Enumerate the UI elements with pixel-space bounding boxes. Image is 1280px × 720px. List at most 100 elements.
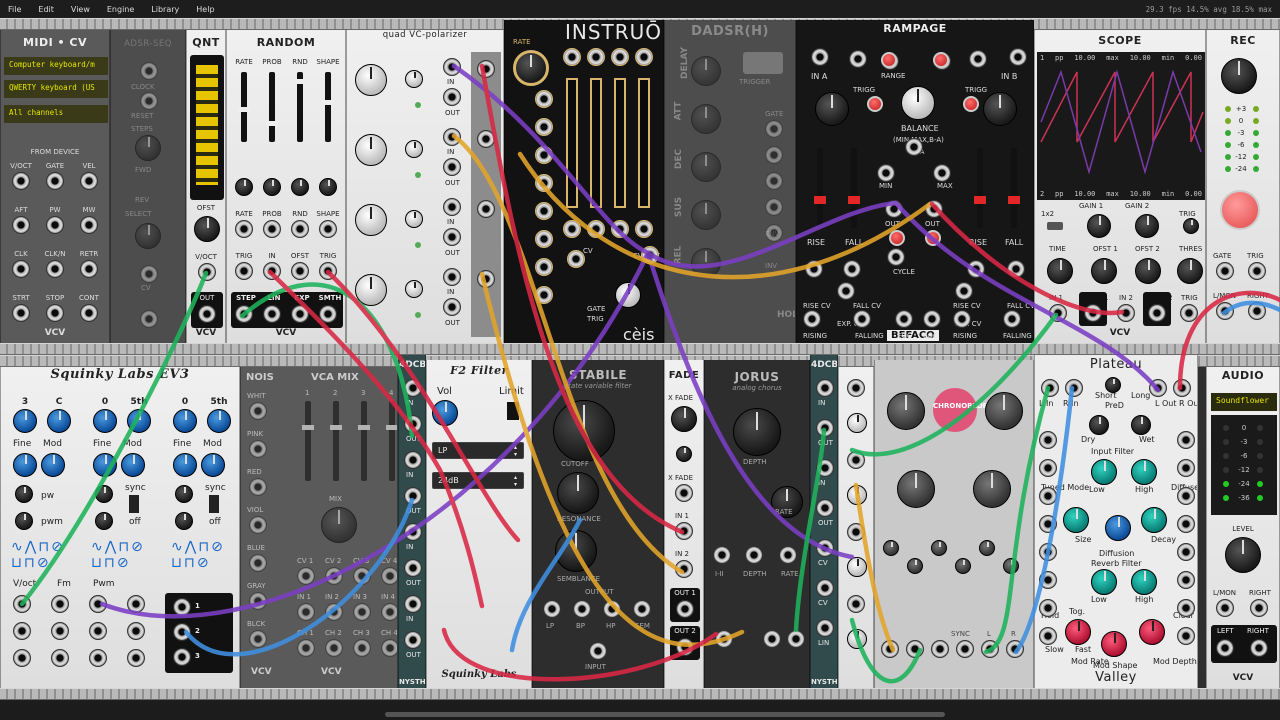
midi-aft-jack[interactable] — [12, 216, 30, 234]
evco-pitch-knob[interactable] — [13, 409, 37, 433]
in1-jack[interactable] — [675, 522, 693, 540]
fall-a-slider[interactable] — [848, 148, 860, 228]
audio-device-display[interactable]: Soundflower — [1211, 393, 1277, 411]
noise-whit-jack[interactable] — [249, 402, 267, 420]
out2-jack[interactable] — [676, 638, 694, 656]
chrono-small-knob[interactable] — [979, 540, 995, 556]
dcb-in-jack[interactable] — [404, 523, 422, 541]
vca-strip-knob[interactable] — [847, 485, 867, 505]
dadsrh-stage-knob[interactable] — [691, 248, 721, 278]
rampage-jack[interactable] — [805, 260, 823, 278]
chrono-jack[interactable] — [956, 640, 974, 658]
ceis-cv-jack[interactable] — [587, 220, 605, 238]
waveform-selector[interactable]: ⊔⊓⊘ — [171, 555, 231, 573]
vca-cv-jack[interactable] — [381, 567, 397, 585]
out2-jack[interactable] — [1148, 304, 1166, 322]
rampage-jack[interactable] — [885, 200, 903, 218]
clock-jack[interactable] — [140, 62, 158, 80]
plateau-cv-jack[interactable] — [1039, 599, 1057, 617]
evco-input-jack[interactable] — [127, 622, 145, 640]
rampage-jack[interactable] — [849, 50, 867, 68]
plateau-cv-jack[interactable] — [1177, 543, 1195, 561]
rampage-jack[interactable] — [1003, 310, 1021, 328]
mix-knob[interactable] — [321, 507, 357, 543]
rampage-jack[interactable] — [1007, 260, 1025, 278]
out-jack[interactable] — [140, 310, 158, 328]
depth-knob[interactable] — [733, 408, 781, 456]
rampage-jack[interactable] — [837, 282, 855, 300]
midi-cont-jack[interactable] — [80, 304, 98, 322]
qnt-keyboard[interactable] — [190, 55, 224, 200]
dcb2-in-jack[interactable] — [816, 459, 834, 477]
scope-knob[interactable] — [1135, 258, 1161, 284]
trigg-a-button[interactable] — [881, 52, 897, 68]
vca-channel-slider[interactable] — [330, 401, 342, 481]
scope-display[interactable]: 1 pp 10.00 max 10.00 min 0.00 2 pp 10.00 max 10.00… — [1037, 52, 1205, 200]
rampage-jack[interactable] — [1009, 48, 1027, 66]
waveform-selector[interactable]: ⊔⊓⊘ — [11, 555, 71, 573]
menu-help[interactable]: Help — [188, 5, 223, 14]
plateau-cv-jack[interactable] — [1177, 571, 1195, 589]
trigg-a-red-button[interactable] — [867, 96, 883, 112]
rate-slider[interactable] — [238, 72, 250, 142]
ceis-side-jack[interactable] — [535, 202, 553, 220]
trigger-button[interactable] — [743, 52, 783, 74]
vca-strip-jack[interactable] — [847, 595, 865, 613]
dcb2-cv-jack[interactable] — [816, 579, 834, 597]
pw-knob[interactable] — [15, 485, 33, 503]
chrono-jack[interactable] — [906, 640, 924, 658]
evco-input-jack[interactable] — [89, 595, 107, 613]
rampage-jack[interactable] — [923, 310, 941, 328]
rise-b-slider[interactable] — [974, 148, 986, 228]
evco-pitch-knob[interactable] — [127, 409, 151, 433]
ofst-jack[interactable] — [291, 262, 309, 280]
polarity-knob[interactable] — [355, 204, 387, 236]
gate-jack[interactable] — [1216, 262, 1234, 280]
dcb-out-jack[interactable] — [404, 559, 422, 577]
chrono-jack[interactable] — [931, 640, 949, 658]
plateau-cv-jack[interactable] — [1039, 515, 1057, 533]
out-jack[interactable] — [477, 130, 495, 148]
reverb-high-knob[interactable] — [1131, 569, 1157, 595]
evco-input-jack[interactable] — [89, 649, 107, 667]
filter-slope-select[interactable]: 24dB — [432, 472, 524, 489]
dadsrh-stage-knob[interactable] — [691, 200, 721, 230]
vca-strip-knob[interactable] — [847, 557, 867, 577]
in-jack[interactable] — [443, 298, 461, 316]
midi-device-display[interactable]: QWERTY keyboard (US — [4, 80, 108, 98]
noise-red-jack[interactable] — [249, 478, 267, 496]
evco-input-jack[interactable] — [51, 649, 69, 667]
trig-jack[interactable] — [1248, 262, 1266, 280]
sync-switch[interactable] — [209, 495, 219, 513]
in-b-knob[interactable] — [983, 92, 1017, 126]
vca-strip-knob[interactable] — [847, 413, 867, 433]
rampage-jack[interactable] — [843, 260, 861, 278]
noise-gray-jack[interactable] — [249, 592, 267, 610]
plateau-cv-jack[interactable] — [1039, 459, 1057, 477]
gain-knob[interactable] — [1135, 214, 1159, 238]
vca-strip-knob[interactable] — [847, 629, 867, 649]
menu-engine[interactable]: Engine — [99, 5, 143, 14]
rate-knob[interactable] — [513, 50, 549, 86]
rampage-jack[interactable] — [933, 164, 951, 182]
limit-switch[interactable] — [507, 402, 519, 420]
rnd-knob[interactable] — [291, 178, 309, 196]
record-button[interactable] — [1220, 190, 1260, 230]
plateau-cv-jack[interactable] — [1177, 599, 1195, 617]
plateau-cv-jack[interactable] — [1177, 487, 1195, 505]
scope-knob[interactable] — [1091, 258, 1117, 284]
trig-jack[interactable] — [319, 262, 337, 280]
polarity-knob[interactable] — [355, 274, 387, 306]
cv-jack[interactable] — [140, 265, 158, 283]
scope-knob[interactable] — [1177, 258, 1203, 284]
out-jack[interactable] — [477, 270, 495, 288]
rampage-jack[interactable] — [925, 200, 943, 218]
rnd-slider[interactable] — [294, 72, 306, 142]
reverb-low-knob[interactable] — [1091, 569, 1117, 595]
ceis-side-jack[interactable] — [535, 118, 553, 136]
vca-in-jack[interactable] — [297, 603, 315, 621]
evco-pitch-knob[interactable] — [207, 409, 231, 433]
depth-cv-jack[interactable] — [745, 546, 763, 564]
evco-pitch-knob[interactable] — [47, 409, 71, 433]
rampage-jack[interactable] — [803, 310, 821, 328]
